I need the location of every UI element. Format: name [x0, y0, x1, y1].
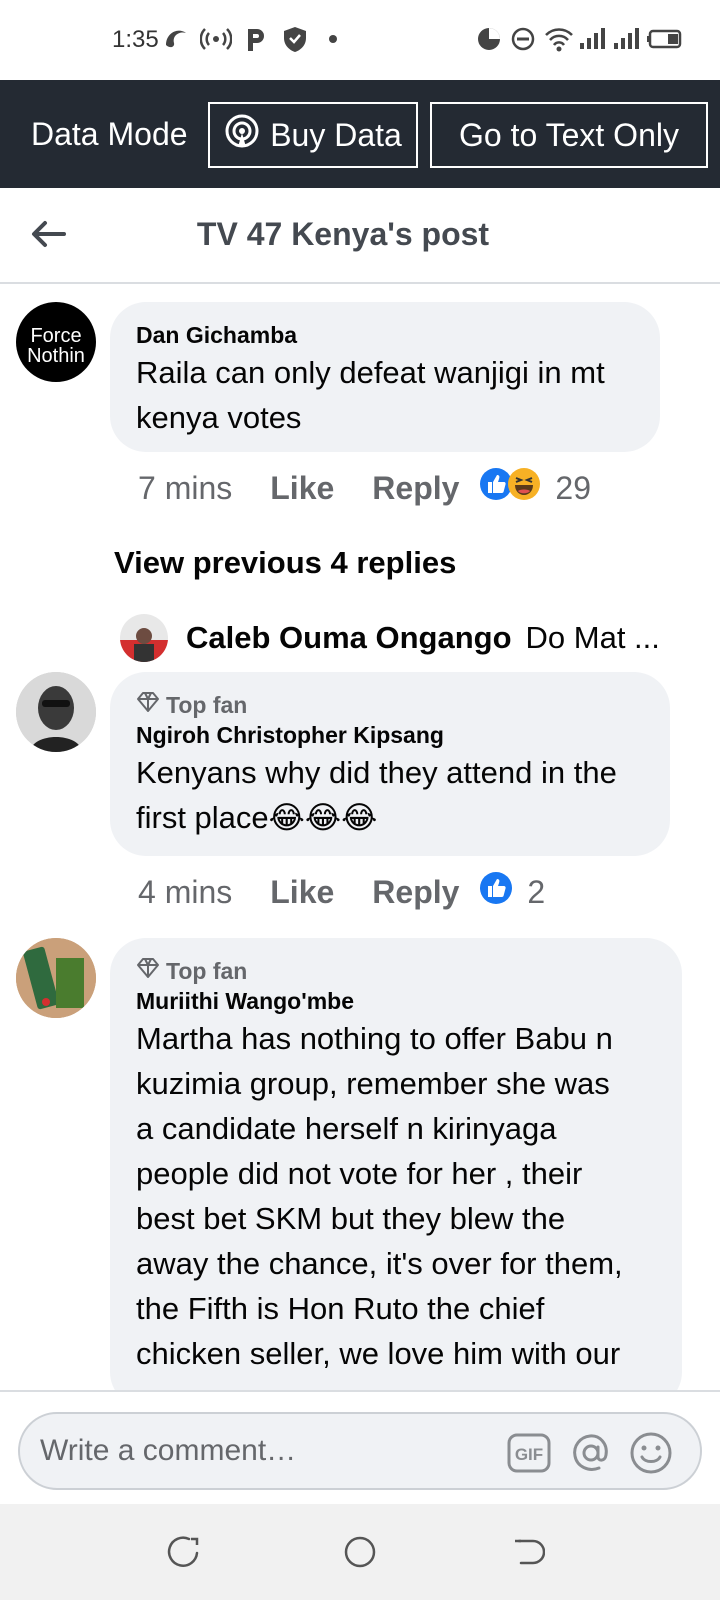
haha-reaction-icon	[507, 467, 541, 509]
top-fan-label: Top fan	[166, 692, 248, 718]
signal-icon-1	[578, 24, 606, 54]
reactions[interactable]	[479, 871, 513, 913]
reply-button[interactable]: Reply	[372, 470, 459, 507]
comment-text-line: the Fifth is Hon Ruto the chief	[136, 1291, 545, 1326]
avatar-text-line-1: Force	[30, 325, 82, 347]
parking-app-icon	[244, 24, 268, 54]
reply-author: Caleb Ouma Ongango	[186, 620, 512, 655]
hotspot-icon	[200, 24, 232, 54]
avatar	[120, 614, 168, 662]
top-fan-label: Top fan	[166, 958, 248, 984]
like-reaction-icon	[479, 871, 513, 913]
reaction-count: 29	[555, 469, 592, 506]
reply-button[interactable]: Reply	[372, 874, 459, 911]
buy-data-label: Buy Data	[270, 116, 402, 153]
system-nav-bar	[0, 1504, 720, 1600]
comment-author[interactable]: Ngiroh Christopher Kipsang	[136, 720, 644, 750]
like-button[interactable]: Like	[270, 470, 334, 507]
like-button[interactable]: Like	[270, 874, 334, 911]
text-only-label: Go to Text Only	[459, 116, 679, 153]
emoji-icon[interactable]	[628, 1430, 674, 1476]
comment-author[interactable]: Muriithi Wango'mbe	[136, 986, 656, 1016]
page-title: TV 47 Kenya's post	[196, 216, 490, 252]
post-header: TV 47 Kenya's post	[0, 188, 720, 284]
status-bar: 1:35	[0, 0, 720, 80]
comment-text-line: Raila can only defeat wanjigi in mt	[136, 355, 605, 390]
buy-data-button[interactable]: Buy Data	[208, 102, 418, 168]
comment-time[interactable]: 7 mins	[138, 470, 232, 507]
comment-text-line: Kenyans why did they attend in the	[136, 755, 617, 790]
comment-bubble[interactable]: Top fan Ngiroh Christopher Kipsang Kenya…	[110, 672, 670, 856]
avatar-text-line-2: Nothin	[27, 345, 85, 367]
reply-preview[interactable]: Caleb Ouma Ongango Do Mat ...	[120, 612, 660, 664]
mention-icon[interactable]	[568, 1430, 614, 1476]
reactions[interactable]	[479, 467, 541, 509]
svg-text:GIF: GIF	[515, 1445, 543, 1464]
comment-text-line: away the chance, it's over for them,	[136, 1246, 623, 1281]
text-only-button[interactable]: Go to Text Only	[430, 102, 708, 168]
signal-icon-2	[612, 24, 640, 54]
gif-icon[interactable]: GIF	[506, 1430, 552, 1476]
broadcast-icon	[224, 113, 270, 157]
back-nav-button[interactable]	[508, 1532, 548, 1572]
comment-text-line: kenya votes	[136, 400, 302, 435]
reaction-count: 2	[527, 873, 546, 910]
comment-input[interactable]	[40, 1424, 480, 1478]
shield-icon	[282, 24, 308, 54]
reply-snippet: Do Mat ...	[525, 620, 660, 655]
wifi-icon	[544, 24, 574, 54]
avatar[interactable]	[16, 672, 96, 752]
recent-apps-button[interactable]	[164, 1532, 204, 1572]
comment-time[interactable]: 4 mins	[138, 874, 232, 911]
diamond-icon	[136, 690, 166, 720]
home-button[interactable]	[340, 1532, 380, 1572]
view-previous-replies-link[interactable]: View previous 4 replies	[114, 545, 456, 581]
laughing-emoji: 😂😂😂	[268, 800, 378, 835]
comment-actions: 7 mins Like Reply 29	[138, 466, 591, 510]
comment-input-box[interactable]: GIF	[18, 1412, 702, 1490]
data-saver-icon	[476, 24, 502, 54]
top-fan-badge: Top fan	[136, 956, 656, 986]
battery-icon	[646, 24, 684, 54]
comment-author[interactable]: Dan Gichamba	[136, 320, 634, 350]
comment-text-fragment: first place	[136, 800, 269, 835]
status-time: 1:35	[112, 26, 159, 53]
avatar[interactable]: Force Nothin	[16, 302, 96, 382]
diamond-icon	[136, 956, 166, 986]
comment-text-line: kuzimia group, remember she was	[136, 1066, 610, 1101]
comment-text-line: a candidate herself n kirinyaga	[136, 1111, 557, 1146]
do-not-disturb-icon	[510, 24, 536, 54]
data-mode-label: Data Mode	[31, 116, 188, 152]
comment-text-line: people did not vote for her , their	[136, 1156, 583, 1191]
dot-icon	[328, 24, 338, 54]
avatar[interactable]	[16, 938, 96, 1018]
data-mode-bar: Data Mode Buy Data Go to Text Only	[0, 80, 720, 188]
comment-text-line: Martha has nothing to offer Babu n	[136, 1021, 613, 1056]
comment-text-line: best bet SKM but they blew the	[136, 1201, 566, 1236]
comment-text-line: first place😂😂😂	[136, 795, 644, 840]
top-fan-badge: Top fan	[136, 690, 644, 720]
comment-composer: GIF	[0, 1390, 720, 1504]
comment-actions: 4 mins Like Reply 2	[138, 870, 545, 914]
swirl-notification-icon	[162, 24, 190, 54]
comment-text-line: chicken seller, we love him with our	[136, 1336, 621, 1371]
comment-bubble[interactable]: Top fan Muriithi Wango'mbe Martha has no…	[110, 938, 682, 1408]
comment-bubble[interactable]: Dan Gichamba Raila can only defeat wanji…	[110, 302, 660, 452]
